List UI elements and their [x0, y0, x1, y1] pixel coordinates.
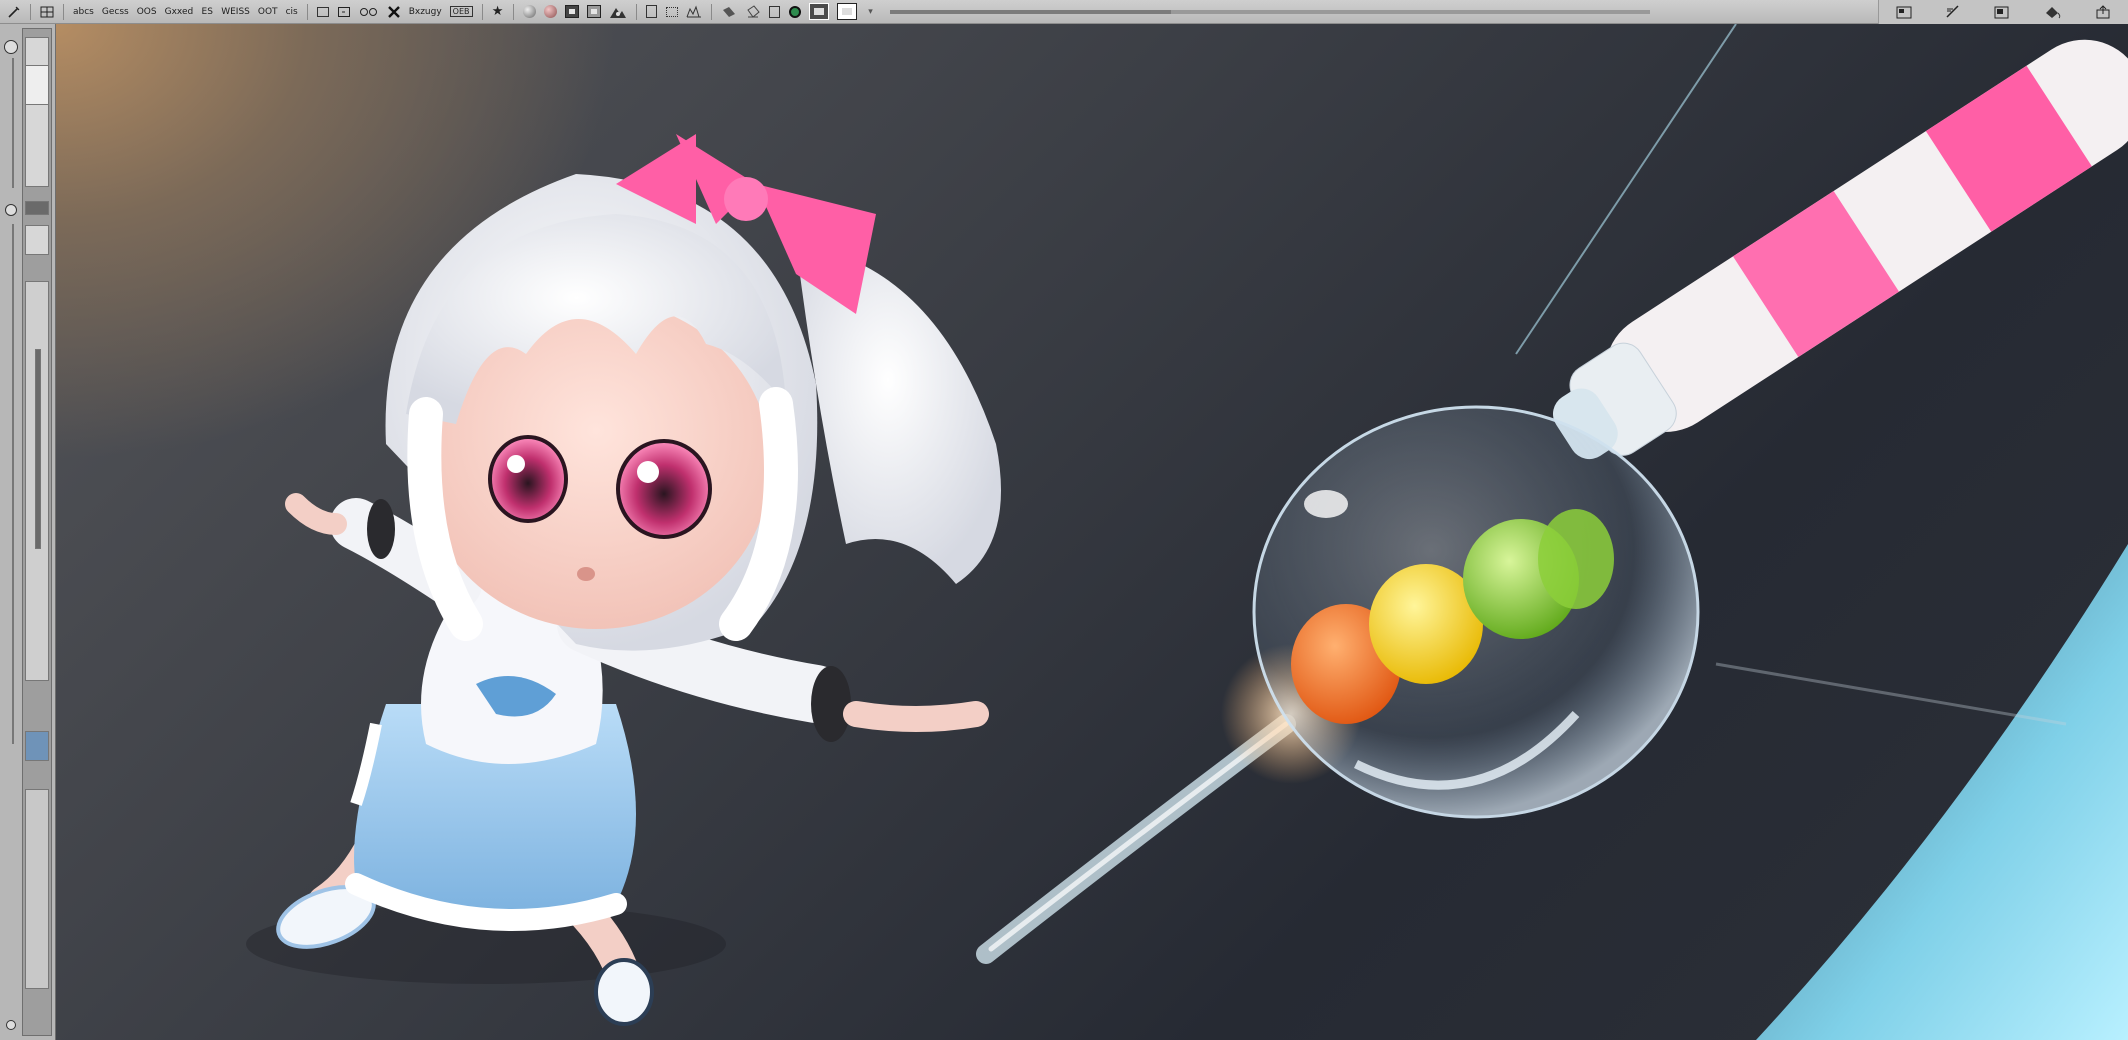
toolbar-separator [30, 3, 31, 20]
menu-item[interactable]: abcs [70, 3, 97, 21]
image-frame-active-icon[interactable] [834, 3, 860, 21]
export-icon[interactable] [2092, 3, 2114, 21]
progress-track [889, 9, 1650, 14]
left-tool-panel [0, 24, 56, 1040]
panel-icon[interactable] [1893, 3, 1915, 21]
star-icon[interactable]: ★ [489, 3, 507, 21]
record-icon[interactable] [786, 3, 804, 21]
layer-thumbnail[interactable] [25, 789, 49, 989]
transform-icon[interactable] [384, 3, 404, 21]
toolbar-separator [710, 3, 712, 20]
toolbar-separator [481, 3, 483, 20]
toolbar-separator [635, 3, 637, 20]
progress-fill [889, 9, 1171, 14]
page-icon[interactable] [643, 3, 661, 21]
menu-item[interactable]: Bxzugy [406, 3, 445, 21]
image-canvas[interactable] [56, 24, 2128, 1040]
sphere-red-icon[interactable] [541, 3, 560, 21]
crop-icon[interactable] [334, 3, 354, 21]
artwork [246, 24, 2128, 1040]
layer-thumbnail[interactable] [25, 225, 49, 255]
panel-divider [12, 224, 14, 744]
menu-item[interactable]: OOT [255, 3, 281, 21]
menu-item[interactable]: WEISS [218, 3, 253, 21]
layer-thumbnail[interactable] [25, 37, 49, 187]
menu-item[interactable]: ES [198, 3, 216, 21]
layer-strip [22, 28, 52, 1036]
layer-light-icon[interactable] [584, 3, 604, 21]
frame-icon[interactable] [663, 3, 681, 21]
top-toolbar: abcs Gecss OOS Gxxed ES WEISS OOT cis Bx… [0, 0, 2128, 24]
character-figure [246, 134, 1001, 1026]
layer-thumbnail[interactable] [25, 65, 49, 105]
planet-shape [1756, 544, 2128, 1040]
brush-icon[interactable] [1942, 3, 1964, 21]
paint-bucket-icon[interactable] [2041, 3, 2065, 21]
sphere-icon[interactable] [520, 3, 539, 21]
document-icon[interactable] [766, 3, 784, 21]
toolbar-separator [512, 3, 514, 20]
toolbar-right-group [1878, 0, 2128, 24]
eraser-icon[interactable] [718, 3, 740, 21]
chevron-down-icon[interactable]: ▾ [862, 3, 880, 21]
menu-item[interactable]: OOS [134, 3, 160, 21]
lasso-icon[interactable] [356, 3, 382, 21]
menu-item[interactable]: cis [283, 3, 301, 21]
settings-icon[interactable] [4, 40, 18, 54]
layers-icon[interactable] [1991, 3, 2013, 21]
rectangle-select-icon[interactable] [314, 3, 332, 21]
menu-item[interactable]: Gxxed [162, 3, 197, 21]
toggle-button[interactable]: OEB [447, 3, 476, 21]
histogram-icon[interactable] [683, 3, 705, 21]
mountain-icon[interactable] [606, 3, 630, 21]
scroll-handle[interactable] [35, 349, 41, 549]
menu-item[interactable]: Gecss [99, 3, 132, 21]
straw-shape [1553, 39, 2128, 460]
pencil-icon[interactable] [4, 3, 24, 21]
grid-icon[interactable] [37, 3, 57, 21]
toolbar-separator [306, 3, 308, 20]
layer-thumbnail[interactable] [25, 201, 49, 215]
layer-thumbnail-selected[interactable] [25, 731, 49, 761]
image-frame-icon[interactable] [806, 3, 832, 21]
eye-icon[interactable] [5, 204, 17, 216]
bucket-icon[interactable] [742, 3, 764, 21]
panel-divider [12, 58, 14, 188]
toolbar-left-group: abcs Gecss OOS Gxxed ES WEISS OOT cis Bx… [0, 0, 1650, 23]
layer-dark-icon[interactable] [562, 3, 582, 21]
toolbar-separator [63, 3, 64, 20]
add-layer-icon[interactable] [6, 1020, 16, 1030]
toggle-label: OEB [449, 6, 473, 17]
